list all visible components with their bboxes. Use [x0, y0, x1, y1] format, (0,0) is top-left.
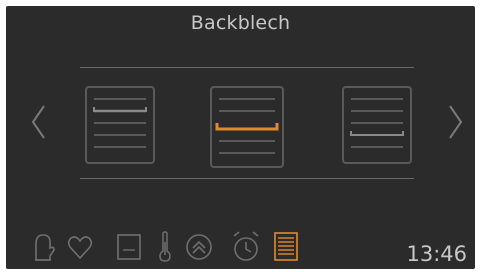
baking-tray-icon[interactable]: [272, 230, 300, 264]
chevron-left-icon[interactable]: [28, 102, 52, 142]
heart-icon[interactable]: [66, 230, 94, 264]
oven-display: Backblech 13:46: [6, 6, 475, 269]
chevron-right-icon[interactable]: [442, 102, 466, 142]
page-title: Backblech: [190, 12, 291, 34]
thermometer-icon[interactable]: [156, 230, 174, 264]
alarm-clock-icon[interactable]: [230, 230, 262, 264]
rack-level-option[interactable]: [209, 85, 285, 169]
rack-level-option[interactable]: [341, 85, 413, 165]
divider-top: [80, 67, 414, 68]
oven-mitt-icon[interactable]: [30, 230, 56, 264]
bottom-toolbar: [6, 230, 475, 269]
square-window-icon[interactable]: [116, 230, 142, 264]
rack-level-option[interactable]: [84, 85, 156, 165]
divider-bottom: [80, 178, 414, 179]
clock-time: 13:46: [406, 242, 467, 266]
rotate-arrows-icon[interactable]: [184, 230, 214, 264]
